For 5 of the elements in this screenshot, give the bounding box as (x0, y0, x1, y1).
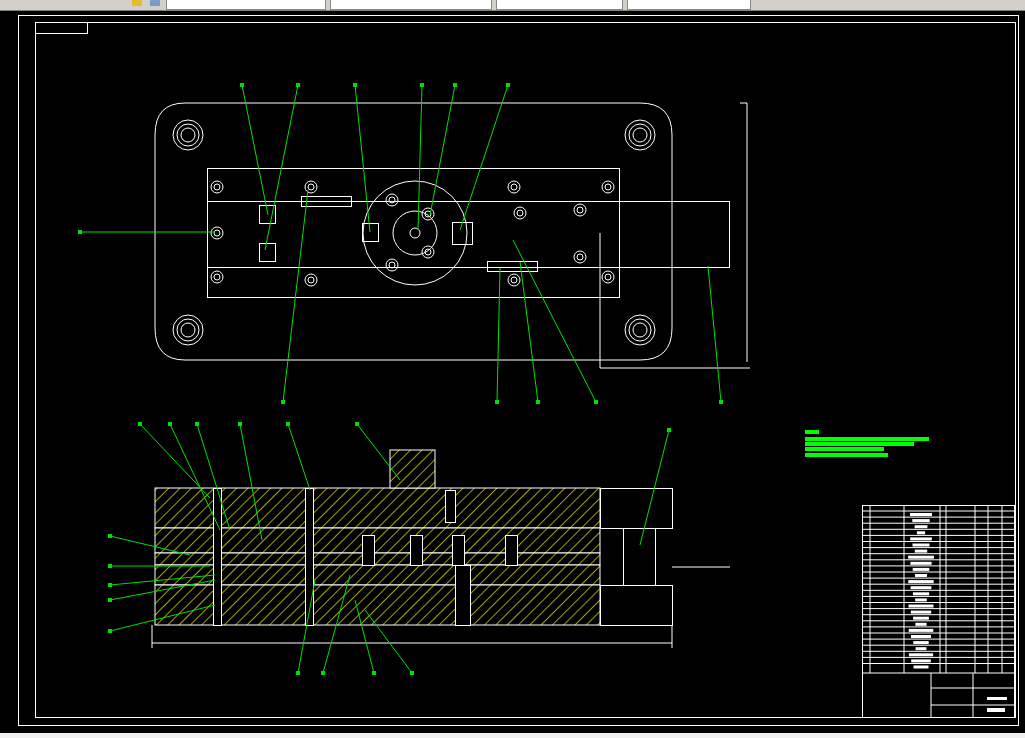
toolbar-dropdown[interactable] (496, 0, 623, 10)
toolbar-dropdown[interactable] (166, 0, 326, 10)
toolbar-dropdown[interactable] (330, 0, 492, 10)
toolbar-dropdown[interactable] (627, 0, 751, 10)
toolbar-icon[interactable] (148, 0, 162, 8)
